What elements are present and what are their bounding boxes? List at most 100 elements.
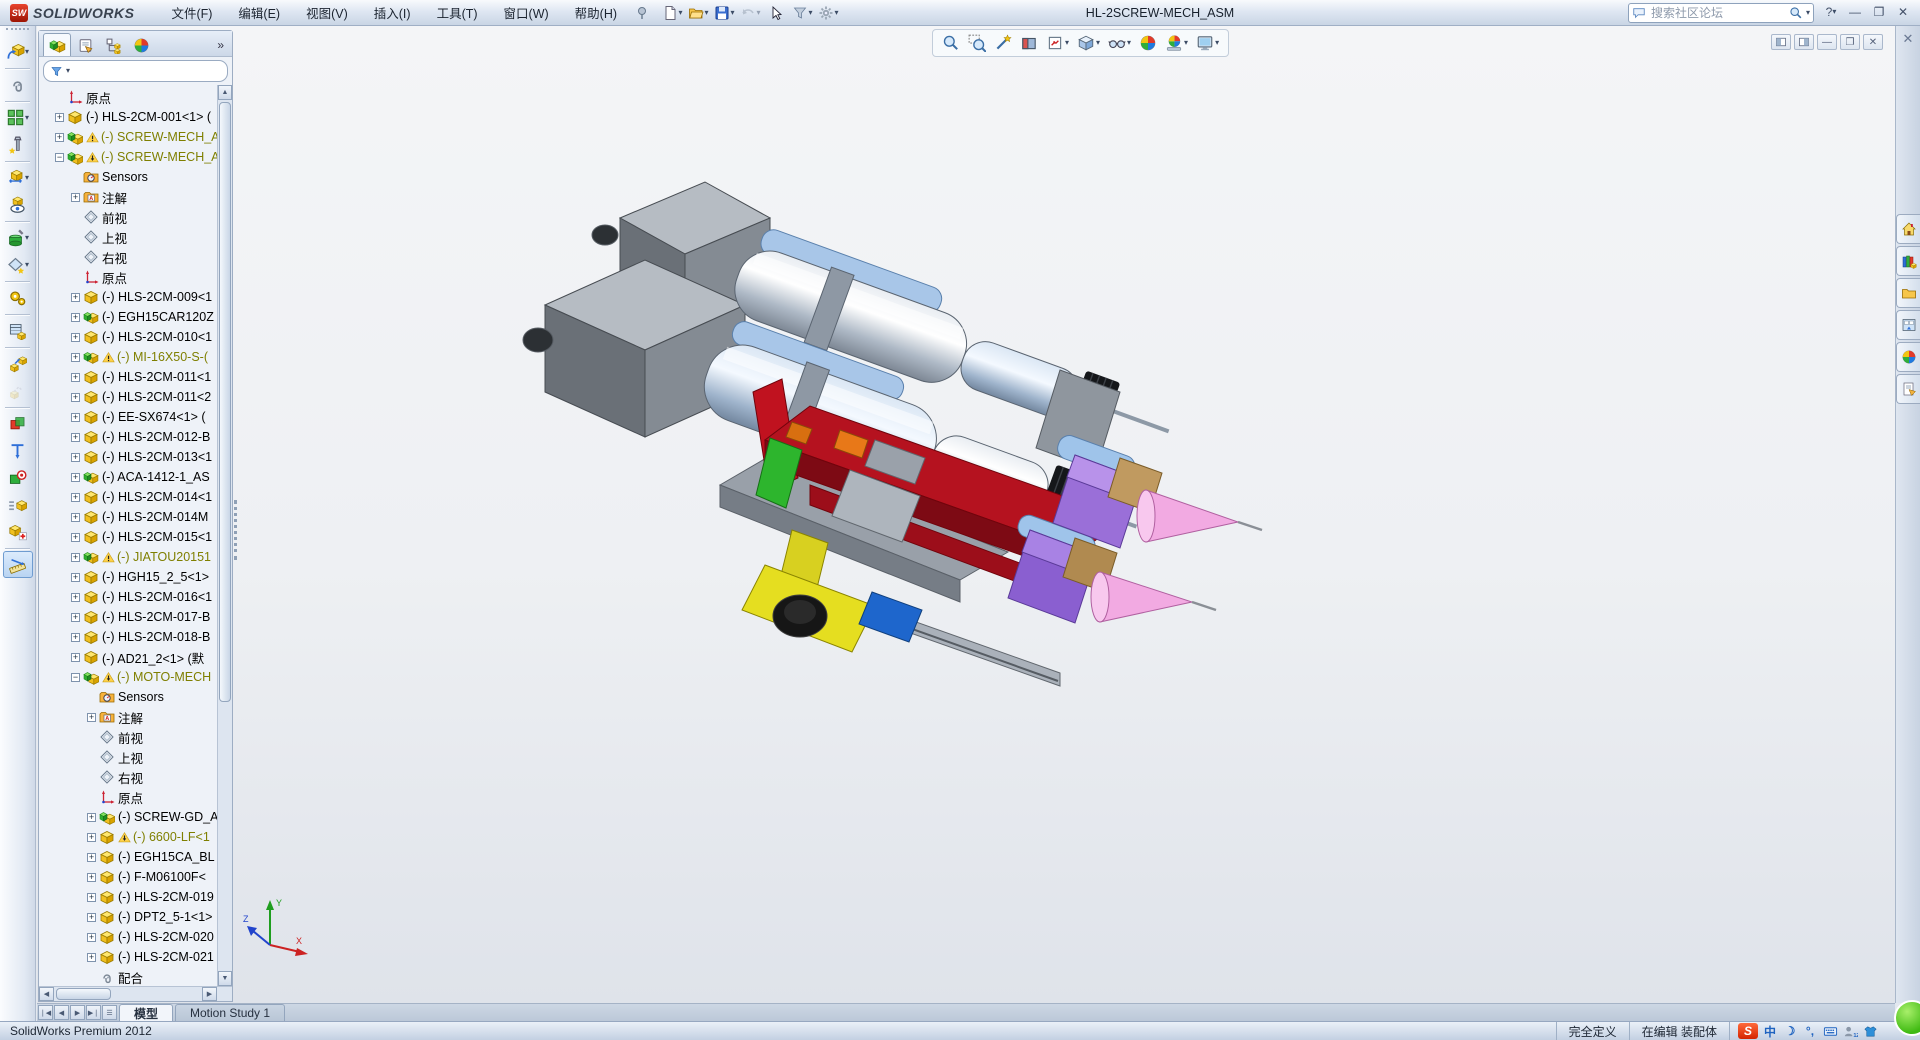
tab-scroll-next[interactable]: ▶ [70, 1005, 85, 1020]
close-doc-button[interactable]: ✕ [1863, 34, 1883, 50]
edit-appearance-button[interactable] [1136, 31, 1160, 55]
expand-icon[interactable]: + [71, 593, 80, 602]
soft-keyboard-icon[interactable] [1822, 1023, 1838, 1039]
tree-item[interactable]: +(-) AD21_2<1> (默 [39, 647, 217, 667]
menu-帮助(H)[interactable]: 帮助(H) [562, 0, 630, 26]
select-cursor-button[interactable] [764, 2, 788, 24]
hole-alignment-button[interactable] [3, 464, 33, 491]
dropdown-caret[interactable]: ▾ [1215, 39, 1219, 47]
hide-show-items-button[interactable]: ▾ [1105, 31, 1134, 55]
restore-doc-button[interactable]: ❐ [1840, 34, 1860, 50]
tree-item[interactable]: +(-) HLS-2CM-019 [39, 887, 217, 907]
dropdown-caret[interactable]: ▾ [25, 261, 29, 269]
dropdown-caret[interactable]: ▾ [1832, 8, 1836, 16]
tree-item[interactable]: +(-) ACA-1412-1_AS [39, 467, 217, 487]
expand-icon[interactable]: + [71, 433, 80, 442]
toolbar-drag-handle[interactable] [6, 28, 29, 36]
tree-item[interactable]: 右视 [39, 767, 217, 787]
punctuation-mode-icon[interactable]: °, [1802, 1023, 1818, 1039]
linear-component-pattern-button[interactable]: ▾ [3, 104, 33, 131]
tree-item[interactable]: +(-) HLS-2CM-018-B [39, 627, 217, 647]
model-nozzle-lower[interactable] [1091, 572, 1216, 622]
show-hidden-components-button[interactable] [3, 191, 33, 218]
expand-icon[interactable]: + [71, 373, 80, 382]
collapse-icon[interactable]: − [55, 153, 64, 162]
tree-item[interactable]: +(-) F-M06100F< [39, 867, 217, 887]
model-cable-stub[interactable] [523, 328, 553, 352]
view-settings-button[interactable]: ▾ [1193, 31, 1222, 55]
tree-item[interactable]: 前视 [39, 727, 217, 747]
pin-menu-icon[interactable] [630, 2, 654, 24]
tree-item[interactable]: +(-) HLS-2CM-009<1 [39, 287, 217, 307]
tree-item[interactable]: +(-) HLS-2CM-010<1 [39, 327, 217, 347]
task-pane-tab-design-library[interactable] [1896, 246, 1920, 276]
new-motion-study-button[interactable] [3, 284, 33, 311]
zoom-to-area-button[interactable] [965, 31, 989, 55]
options-button[interactable]: ▾ [816, 2, 840, 24]
menu-插入(I)[interactable]: 插入(I) [361, 0, 424, 26]
expand-icon[interactable]: + [71, 573, 80, 582]
expand-icon[interactable]: + [71, 393, 80, 402]
tree-item[interactable]: +(-) HGH15_2_5<1> [39, 567, 217, 587]
tab-scroll-first[interactable]: ❘◀ [38, 1005, 53, 1020]
close-button[interactable]: ✕ [1892, 3, 1914, 21]
expand-icon[interactable]: + [87, 893, 96, 902]
model-cable-stub[interactable] [592, 225, 618, 245]
expand-icon[interactable]: + [71, 333, 80, 342]
scroll-down-arrow[interactable]: ▼ [218, 971, 232, 986]
section-view-button[interactable] [1017, 31, 1041, 55]
tree-filter-bar[interactable]: ▾ [43, 60, 228, 82]
mate-button[interactable] [3, 71, 33, 98]
tree-item[interactable]: Sensors [39, 687, 217, 707]
tree-item[interactable]: +(-) JIATOU20151 [39, 547, 217, 567]
dropdown-caret[interactable]: ▾ [705, 9, 709, 17]
help-button[interactable]: ?▾ [1820, 3, 1842, 21]
tab-overflow-chevron[interactable]: » [217, 38, 230, 56]
expand-icon[interactable]: + [55, 113, 64, 122]
tab-property-manager[interactable] [71, 33, 99, 56]
dropdown-caret[interactable]: ▾ [1184, 39, 1188, 47]
tree-item[interactable]: +(-) HLS-2CM-012-B [39, 427, 217, 447]
task-pane-tab-custom-properties[interactable] [1896, 374, 1920, 404]
tab-scroll-list[interactable]: ☰ [102, 1005, 117, 1020]
apply-scene-button[interactable]: ▾ [1162, 31, 1191, 55]
scroll-thumb[interactable] [56, 988, 111, 1000]
dropdown-caret[interactable]: ▾ [679, 9, 683, 17]
tree-item[interactable]: 原点 [39, 787, 217, 807]
menu-工具(T)[interactable]: 工具(T) [424, 0, 491, 26]
tree-item[interactable]: +(-) DPT2_5-1<1> [39, 907, 217, 927]
tab-scroll-last[interactable]: ▶❘ [86, 1005, 101, 1020]
dropdown-caret[interactable]: ▾ [25, 48, 29, 56]
new-document-button[interactable]: ▾ [660, 2, 684, 24]
tree-item[interactable]: +(-) EGH15CAR120Z [39, 307, 217, 327]
open-document-button[interactable]: ▾ [686, 2, 710, 24]
smart-fasteners-button[interactable] [3, 131, 33, 158]
filter-caret[interactable]: ▾ [66, 67, 70, 75]
insert-components-button[interactable]: ▾ [3, 38, 33, 65]
tree-vertical-scrollbar[interactable]: ▲ ▼ [217, 85, 232, 986]
dropdown-caret[interactable]: ▾ [25, 174, 29, 182]
tree-item[interactable]: +A注解 [39, 707, 217, 727]
expand-icon[interactable]: + [87, 873, 96, 882]
tree-item[interactable]: 原点 [39, 87, 217, 107]
scroll-thumb[interactable] [219, 102, 231, 702]
tree-item[interactable]: +(-) HLS-2CM-014M [39, 507, 217, 527]
dropdown-caret[interactable]: ▾ [809, 9, 813, 17]
tab-Motion Study 1[interactable]: Motion Study 1 [175, 1004, 285, 1021]
splitter-grip[interactable] [234, 500, 238, 560]
minimize-button[interactable]: — [1844, 3, 1866, 21]
tab-configuration-manager[interactable] [99, 33, 127, 56]
tree-item[interactable]: +(-) HLS-2CM-017-B [39, 607, 217, 627]
expand-icon[interactable]: + [87, 713, 96, 722]
minimize-doc-button[interactable]: — [1817, 34, 1837, 50]
panel-splitter[interactable] [233, 30, 239, 1002]
scroll-right-arrow[interactable]: ▶ [202, 987, 217, 1001]
expand-icon[interactable]: + [87, 853, 96, 862]
dropdown-caret[interactable]: ▾ [757, 9, 761, 17]
search-icon[interactable] [1789, 6, 1803, 20]
expand-icon[interactable]: + [71, 633, 80, 642]
menu-编辑(E)[interactable]: 编辑(E) [225, 0, 293, 26]
tree-item[interactable]: +(-) HLS-2CM-015<1 [39, 527, 217, 547]
exploded-view-button[interactable] [3, 350, 33, 377]
tree-item[interactable]: +(-) EE-SX674<1> ( [39, 407, 217, 427]
